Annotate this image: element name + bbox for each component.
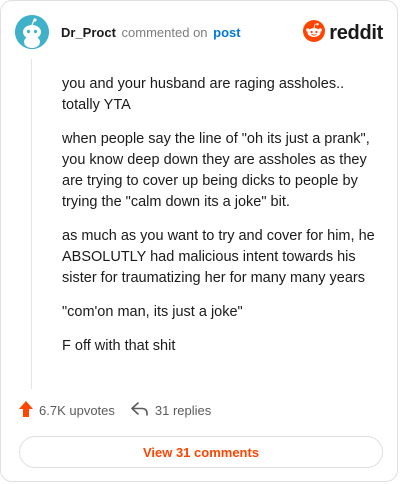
reddit-logo-icon bbox=[303, 20, 326, 47]
upvote-arrow-icon bbox=[19, 401, 39, 420]
thread-line bbox=[31, 59, 32, 389]
reply-count: 31 replies bbox=[154, 403, 212, 418]
header-text: Dr_Proct commented on post bbox=[61, 25, 241, 40]
comment-body: you and your husband are raging assholes… bbox=[62, 74, 384, 370]
reddit-brand[interactable]: reddit bbox=[303, 20, 383, 47]
comment-header: Dr_Proct commented on post bbox=[15, 15, 241, 49]
post-link[interactable]: post bbox=[213, 25, 240, 40]
snoo-avatar-icon[interactable] bbox=[15, 15, 49, 49]
upvote-count: 6.7K upvotes bbox=[39, 403, 115, 418]
comment-paragraph: "com'on man, its just a joke" bbox=[62, 304, 243, 320]
view-comments-button[interactable]: View 31 comments bbox=[19, 436, 383, 468]
reply-arrow-icon bbox=[131, 402, 155, 419]
comment-paragraph: as much as you want to try and cover for… bbox=[62, 228, 375, 286]
action-text: commented on bbox=[121, 24, 208, 40]
comment-paragraph: when people say the line of "oh its just… bbox=[62, 131, 370, 210]
upvote-button[interactable]: 6.7K upvotes bbox=[19, 401, 115, 420]
comment-footer: 6.7K upvotes 31 replies bbox=[19, 401, 211, 420]
comment-paragraph: you and your husband are raging assholes… bbox=[62, 76, 345, 113]
replies-button[interactable]: 31 replies bbox=[131, 402, 211, 419]
brand-wordmark: reddit bbox=[329, 22, 383, 44]
username[interactable]: Dr_Proct bbox=[61, 25, 116, 40]
comment-card: Dr_Proct commented on post reddit you an… bbox=[0, 0, 398, 482]
comment-paragraph: F off with that shit bbox=[62, 338, 176, 354]
